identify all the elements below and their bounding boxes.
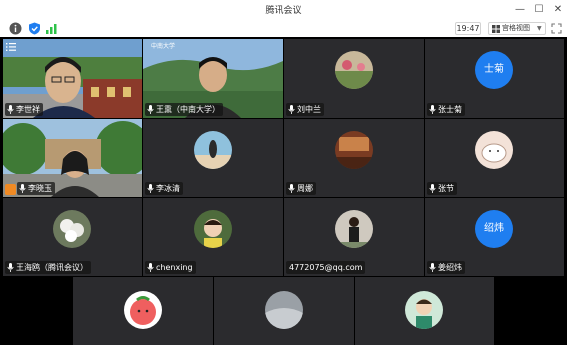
mic-icon: [147, 263, 154, 272]
grid-view-icon: [492, 25, 500, 33]
avatar: [124, 291, 162, 329]
participant-tile[interactable]: 刘中兰: [284, 39, 424, 118]
avatar: [475, 131, 513, 169]
participant-name: 4772075@qq.com: [286, 261, 366, 274]
participant-name: 李晓玉: [17, 182, 55, 195]
participant-tile-active-speaker[interactable]: 中南大学 王熏（中南大学）: [143, 39, 283, 118]
window-title: 腾讯会议: [265, 6, 302, 16]
participant-tile[interactable]: 李晓玉: [3, 119, 142, 197]
participant-name: 李冰清: [145, 182, 183, 195]
participant-name: 王熏（中南大学）: [145, 103, 223, 116]
avatar: [265, 291, 303, 329]
meeting-window: 腾讯会议 — ☐ ✕ 19:47 宫格视图 ▼ 李世祥 中南大学 王熏（中南大学…: [0, 0, 567, 345]
participant-name: 李世祥: [5, 103, 43, 116]
view-mode-label: 宫格视图: [502, 24, 530, 32]
participant-tile[interactable]: 4772075@qq.com: [284, 198, 424, 276]
avatar: [335, 51, 373, 89]
avatar: [405, 291, 443, 329]
chevron-down-icon: ▼: [537, 25, 542, 32]
shield-icon[interactable]: [28, 22, 41, 35]
raise-hand-icon: [5, 184, 16, 195]
participant-tile[interactable]: 张节: [425, 119, 564, 197]
mic-icon: [7, 105, 14, 114]
avatar: [335, 131, 373, 169]
avatar: [335, 210, 373, 248]
participant-tile[interactable]: [73, 277, 213, 345]
participant-name: 周娜: [286, 182, 316, 195]
info-icon[interactable]: [9, 22, 22, 35]
participant-tile[interactable]: 绍炜 姜绍炜: [425, 198, 564, 276]
participant-tile[interactable]: [355, 277, 494, 345]
menu-icon[interactable]: [6, 43, 16, 51]
participant-tile[interactable]: chenxing: [143, 198, 283, 276]
mic-icon: [288, 105, 295, 114]
mic-icon: [19, 184, 26, 193]
mic-icon: [429, 263, 436, 272]
avatar: [53, 210, 91, 248]
participant-name: 张士菊: [427, 103, 465, 116]
avatar: [194, 131, 232, 169]
fullscreen-icon[interactable]: [551, 23, 562, 34]
title-bar: 腾讯会议 — ☐ ✕: [0, 0, 567, 20]
participant-name: 张节: [427, 182, 457, 195]
mic-icon: [288, 184, 295, 193]
meeting-toolbar: 19:47 宫格视图 ▼: [0, 20, 567, 38]
svg-text:中南大学: 中南大学: [151, 42, 175, 50]
mic-icon: [7, 263, 14, 272]
maximize-button[interactable]: ☐: [531, 0, 547, 20]
mic-icon: [429, 184, 436, 193]
avatar-initials: 士菊: [475, 51, 513, 89]
participant-name: 王海鸥（腾讯会议）: [5, 261, 91, 274]
avatar: [194, 210, 232, 248]
minimize-button[interactable]: —: [512, 0, 528, 20]
participant-name: 刘中兰: [286, 103, 324, 116]
participant-name: chenxing: [145, 261, 196, 274]
participant-tile[interactable]: 周娜: [284, 119, 424, 197]
participant-tile[interactable]: 王海鸥（腾讯会议）: [3, 198, 142, 276]
participant-tile[interactable]: 李冰清: [143, 119, 283, 197]
participant-tile[interactable]: [214, 277, 354, 345]
meeting-timer: 19:47: [455, 22, 481, 35]
video-grid: 李世祥 中南大学 王熏（中南大学） 刘中兰 士菊 张士菊 李晓玉 李冰清 周娜 …: [0, 37, 567, 345]
mic-icon: [147, 105, 154, 114]
signal-icon[interactable]: [45, 22, 58, 35]
close-button[interactable]: ✕: [550, 0, 566, 20]
participant-tile[interactable]: 士菊 张士菊: [425, 39, 564, 118]
participant-name: 姜绍炜: [427, 261, 465, 274]
mic-icon: [429, 105, 436, 114]
mic-icon: [147, 184, 154, 193]
avatar-initials: 绍炜: [475, 210, 513, 248]
participant-tile[interactable]: 李世祥: [3, 39, 142, 118]
view-mode-select[interactable]: 宫格视图 ▼: [488, 22, 546, 35]
